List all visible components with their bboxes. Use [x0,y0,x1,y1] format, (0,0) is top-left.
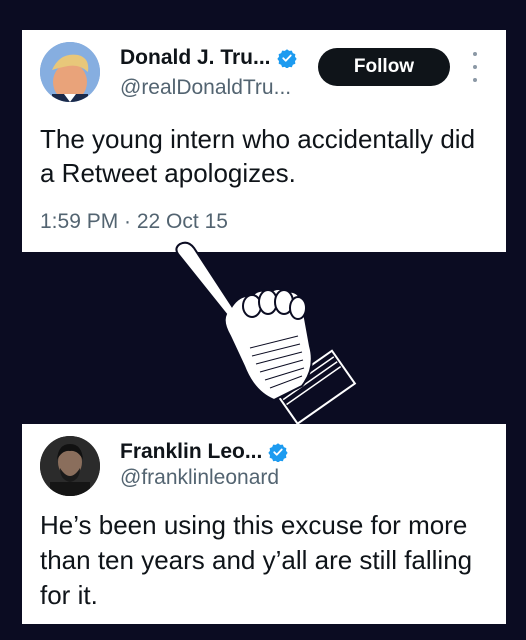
tweet-text: The young intern who accidentally did a … [40,124,476,188]
author-name[interactable]: Donald J. Tru... [120,46,271,70]
author-row: Franklin Leo... [120,440,289,464]
tweet-card-top[interactable]: Donald J. Tru... @realDonaldTru... Follo… [22,30,506,252]
author-handle[interactable]: @realDonaldTru... [120,76,291,100]
more-options-icon[interactable] [470,52,480,82]
author-name[interactable]: Franklin Leo... [120,440,262,464]
follow-button[interactable]: Follow [318,48,450,86]
author-row: Donald J. Tru... [120,46,297,70]
verified-badge-icon [268,443,289,462]
tweet-card-bottom[interactable]: Franklin Leo... @franklinleonard He’s be… [22,424,506,624]
pointing-hand-icon [175,241,357,426]
tweet-text: He’s been using this excuse for more tha… [40,510,473,610]
tweet-timestamp[interactable]: 1:59 PM · 22 Oct 15 [40,210,228,234]
avatar[interactable] [40,436,100,496]
author-handle[interactable]: @franklinleonard [120,466,279,490]
verified-badge-icon [276,49,297,68]
avatar[interactable] [40,42,100,102]
